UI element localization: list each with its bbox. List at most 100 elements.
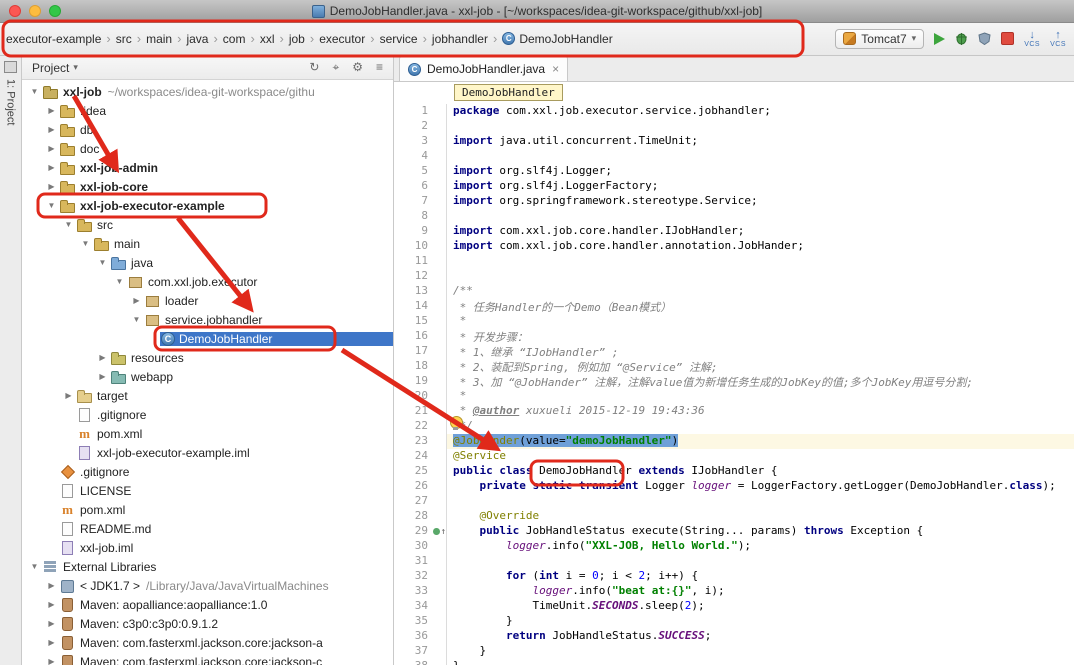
- line-number[interactable]: 30: [394, 539, 432, 554]
- line-number[interactable]: 31: [394, 554, 432, 569]
- line-number[interactable]: 26: [394, 479, 432, 494]
- collapsed-arrow-icon[interactable]: ▶: [45, 144, 58, 153]
- line-number[interactable]: 22: [394, 419, 432, 434]
- line-number[interactable]: 4: [394, 149, 432, 164]
- code-line[interactable]: 4: [394, 149, 1074, 164]
- tree-row[interactable]: ▼java: [22, 253, 393, 272]
- code-line[interactable]: 30 logger.info("XXL-JOB, Hello World.");: [394, 539, 1074, 554]
- line-number[interactable]: 21: [394, 404, 432, 419]
- tree-row[interactable]: ▶target: [22, 386, 393, 405]
- line-number[interactable]: 3: [394, 134, 432, 149]
- code-line[interactable]: 21 * @author xuxueli 2015-12-19 19:43:36: [394, 404, 1074, 419]
- code-line[interactable]: 1package com.xxl.job.executor.service.jo…: [394, 104, 1074, 119]
- line-number[interactable]: 11: [394, 254, 432, 269]
- code-line[interactable]: 8: [394, 209, 1074, 224]
- editor-breadcrumb[interactable]: DemoJobHandler: [454, 84, 563, 101]
- collapsed-arrow-icon[interactable]: ▶: [45, 600, 58, 609]
- collapsed-arrow-icon[interactable]: ▶: [62, 391, 75, 400]
- collapsed-arrow-icon[interactable]: ▶: [45, 125, 58, 134]
- tree-row[interactable]: ▶Maven: com.fasterxml.jackson.core:jacks…: [22, 652, 393, 665]
- line-number[interactable]: 16: [394, 329, 432, 344]
- stop-button[interactable]: [1001, 32, 1014, 45]
- code-line[interactable]: 33 logger.info("beat at:{}", i);: [394, 584, 1074, 599]
- line-number[interactable]: 18: [394, 359, 432, 374]
- tree-row[interactable]: CDemoJobHandler: [22, 329, 393, 348]
- refresh-icon[interactable]: ↻: [309, 60, 319, 75]
- tree-row[interactable]: ▼xxl-job~/workspaces/idea-git-workspace/…: [22, 82, 393, 101]
- line-number[interactable]: 37: [394, 644, 432, 659]
- breadcrumb-item[interactable]: job: [287, 30, 307, 48]
- line-number[interactable]: 1: [394, 104, 432, 119]
- locate-icon[interactable]: ⌖: [332, 60, 339, 75]
- code-line[interactable]: 38}: [394, 659, 1074, 665]
- breadcrumb-item[interactable]: executor-example: [4, 30, 103, 48]
- collapsed-arrow-icon[interactable]: ▶: [45, 106, 58, 115]
- expanded-arrow-icon[interactable]: ▼: [28, 562, 41, 571]
- expanded-arrow-icon[interactable]: ▼: [79, 239, 92, 248]
- collapsed-arrow-icon[interactable]: ▶: [45, 657, 58, 665]
- line-number[interactable]: 24: [394, 449, 432, 464]
- breadcrumb-item[interactable]: java: [184, 30, 210, 48]
- tree-row[interactable]: ▶loader: [22, 291, 393, 310]
- code-line[interactable]: 7import org.springframework.stereotype.S…: [394, 194, 1074, 209]
- minimize-window-icon[interactable]: [29, 5, 41, 17]
- collapsed-arrow-icon[interactable]: ▶: [45, 163, 58, 172]
- code-editor[interactable]: 1package com.xxl.job.executor.service.jo…: [394, 104, 1074, 665]
- debug-bug-icon[interactable]: [955, 32, 968, 45]
- code-line[interactable]: 17 * 1、继承 “IJobHandler” ;: [394, 344, 1074, 359]
- tree-row[interactable]: ▼com.xxl.job.executor: [22, 272, 393, 291]
- line-number[interactable]: 32: [394, 569, 432, 584]
- line-number[interactable]: 8: [394, 209, 432, 224]
- code-line[interactable]: 20 *: [394, 389, 1074, 404]
- tree-row[interactable]: xxl-job-executor-example.iml: [22, 443, 393, 462]
- collapsed-arrow-icon[interactable]: ▶: [130, 296, 143, 305]
- breadcrumb-item[interactable]: CDemoJobHandler: [500, 30, 614, 48]
- tree-row[interactable]: ▶webapp: [22, 367, 393, 386]
- line-number[interactable]: 27: [394, 494, 432, 509]
- expanded-arrow-icon[interactable]: ▼: [130, 315, 143, 324]
- tree-row[interactable]: ▶Maven: c3p0:c3p0:0.9.1.2: [22, 614, 393, 633]
- zoom-window-icon[interactable]: [49, 5, 61, 17]
- code-line[interactable]: 12: [394, 269, 1074, 284]
- line-number[interactable]: 9: [394, 224, 432, 239]
- vcs-update-button[interactable]: ↓ VCS: [1024, 30, 1040, 48]
- tree-row[interactable]: ▶Maven: aopalliance:aopalliance:1.0: [22, 595, 393, 614]
- line-number[interactable]: 25: [394, 464, 432, 479]
- collapsed-arrow-icon[interactable]: ▶: [45, 581, 58, 590]
- collapsed-arrow-icon[interactable]: ▶: [96, 372, 109, 381]
- line-number[interactable]: 29: [394, 524, 432, 539]
- code-line[interactable]: 29↑ public JobHandleStatus execute(Strin…: [394, 524, 1074, 539]
- code-line[interactable]: 15 *: [394, 314, 1074, 329]
- code-line[interactable]: 28 @Override: [394, 509, 1074, 524]
- expanded-arrow-icon[interactable]: ▼: [96, 258, 109, 267]
- breadcrumb-item[interactable]: xxl: [258, 30, 277, 48]
- code-line[interactable]: 25public class DemoJobHandler extends IJ…: [394, 464, 1074, 479]
- line-number[interactable]: 28: [394, 509, 432, 524]
- hide-panel-icon[interactable]: ≡: [376, 60, 383, 75]
- code-line[interactable]: 16 * 开发步骤：: [394, 329, 1074, 344]
- line-number[interactable]: 33: [394, 584, 432, 599]
- editor-body[interactable]: DemoJobHandler 1package com.xxl.job.exec…: [394, 82, 1074, 665]
- code-line[interactable]: 6import org.slf4j.LoggerFactory;: [394, 179, 1074, 194]
- tree-row[interactable]: ▼xxl-job-executor-example: [22, 196, 393, 215]
- run-with-coverage-icon[interactable]: [978, 32, 991, 45]
- tree-row[interactable]: README.md: [22, 519, 393, 538]
- breadcrumb-item[interactable]: service: [378, 30, 420, 48]
- intention-bulb-icon[interactable]: [450, 416, 463, 429]
- line-number[interactable]: 2: [394, 119, 432, 134]
- code-line[interactable]: 24@Service: [394, 449, 1074, 464]
- editor-tab[interactable]: C DemoJobHandler.java ×: [399, 56, 568, 81]
- vcs-commit-button[interactable]: ↑ VCS: [1050, 30, 1066, 48]
- expanded-arrow-icon[interactable]: ▼: [113, 277, 126, 286]
- tree-row[interactable]: mpom.xml: [22, 500, 393, 519]
- code-line[interactable]: 2: [394, 119, 1074, 134]
- code-line[interactable]: 22 */: [394, 419, 1074, 434]
- code-line[interactable]: 36 return JobHandleStatus.SUCCESS;: [394, 629, 1074, 644]
- tree-row[interactable]: ▶resources: [22, 348, 393, 367]
- tree-row[interactable]: mpom.xml: [22, 424, 393, 443]
- code-line[interactable]: 26 private static transient Logger logge…: [394, 479, 1074, 494]
- line-number[interactable]: 6: [394, 179, 432, 194]
- gear-icon[interactable]: ⚙: [352, 60, 363, 75]
- line-number[interactable]: 17: [394, 344, 432, 359]
- run-config-select[interactable]: Tomcat7 ▾: [835, 29, 924, 49]
